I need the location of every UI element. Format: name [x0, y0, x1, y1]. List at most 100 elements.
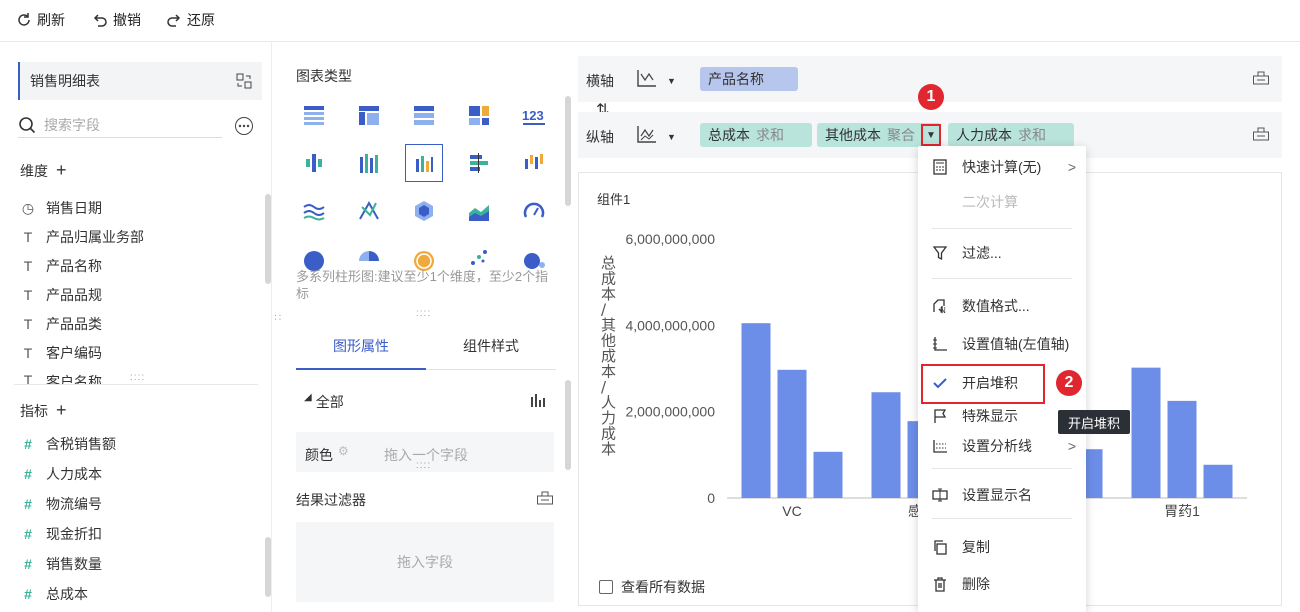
refresh-button[interactable]: 刷新 [16, 10, 65, 30]
color-settings-icon[interactable]: ⚙ [338, 444, 349, 458]
chart-types-title: 图表类型 [296, 68, 352, 84]
color-resize-grip[interactable]: :::: [416, 460, 431, 471]
search-input[interactable]: 搜索字段 [44, 115, 100, 135]
pill-dropdown-button[interactable]: ▼ [921, 124, 941, 146]
dimension-field[interactable]: T 客户名称 [20, 372, 102, 384]
bar-chart-small-icon[interactable] [530, 392, 548, 408]
switch-dataset-icon[interactable] [236, 73, 252, 89]
svg-text:123: 123 [522, 108, 544, 123]
treemap-icon[interactable] [464, 100, 494, 130]
area-icon[interactable] [464, 196, 494, 226]
y-axis-title: 总成本/其他成本/人力成本 [601, 254, 616, 458]
multi-bar-icon[interactable] [354, 148, 384, 178]
y-axis-dropdown-icon[interactable]: ▼ [667, 132, 676, 142]
resize-grip[interactable]: :::: [130, 372, 145, 383]
bar [871, 392, 901, 498]
clock-icon: ◷ [21, 199, 35, 216]
props-scrollbar[interactable] [565, 380, 571, 470]
gauge-icon[interactable] [519, 196, 549, 226]
x-axis-type-icon[interactable] [636, 68, 658, 88]
stream-line-icon[interactable] [299, 196, 329, 226]
mid-resize-grip[interactable]: :::: [416, 308, 431, 319]
measure-field[interactable]: # 销售数量 [20, 554, 102, 574]
range-bar-icon[interactable] [519, 148, 549, 178]
measure-field[interactable]: # 总成本 [20, 584, 88, 604]
view-all-checkbox[interactable] [599, 580, 613, 594]
text-type-icon: T [23, 345, 33, 361]
measure-field[interactable]: # 人力成本 [20, 464, 102, 484]
menu-item-5[interactable]: 设置值轴(左值轴) [918, 329, 1086, 359]
view-all-data-toggle[interactable]: 查看所有数据 [599, 577, 705, 597]
y-tick-label: 6,000,000,000 [625, 231, 715, 247]
y-axis-type-icon[interactable] [636, 124, 658, 144]
chevron-right-icon: > [1067, 438, 1076, 454]
more-options-icon[interactable] [234, 116, 254, 136]
menu-item-label: 设置值轴(左值轴) [962, 336, 1070, 352]
dimension-field[interactable]: T 产品品规 [20, 285, 102, 305]
calculator-icon [933, 159, 947, 175]
top-toolbar: 刷新 撤销 还原 [0, 0, 1300, 42]
table-icon[interactable] [299, 100, 329, 130]
dataset-name: 销售明细表 [30, 73, 100, 89]
measure-field[interactable]: # 现金折扣 [20, 524, 102, 544]
undo-button[interactable]: 撤销 [92, 10, 141, 30]
axis-icon [933, 337, 947, 351]
add-dimension-icon[interactable]: + [56, 160, 67, 181]
all-series-toggle[interactable]: ◢ 全部 [304, 392, 344, 412]
y-field-pill-total-cost[interactable]: 总成本 求和 [700, 123, 812, 147]
measure-field[interactable]: # 物流编号 [20, 494, 102, 514]
cross-table-icon[interactable] [354, 100, 384, 130]
y-axis-settings-icon[interactable] [1252, 126, 1270, 142]
dataset-selector[interactable]: 销售明细表 [18, 62, 262, 100]
result-filter-drop-zone[interactable]: 拖入字段 [296, 522, 554, 602]
radar-icon[interactable] [354, 196, 384, 226]
highlight-box [921, 364, 1045, 404]
measure-field[interactable]: # 含税销售额 [20, 434, 116, 454]
bar [1131, 367, 1161, 498]
hexagon-icon[interactable] [409, 196, 439, 226]
config-tabs: 图形属性 组件样式 [296, 322, 556, 370]
hash-icon: # [24, 556, 32, 572]
chart-types-scrollbar[interactable] [565, 96, 571, 206]
measure-label: 人力成本 [46, 466, 102, 482]
menu-item-1[interactable]: 快速计算(无) > [918, 152, 1086, 182]
dimension-field[interactable]: T 产品名称 [20, 256, 102, 276]
tab-component-style[interactable]: 组件样式 [426, 322, 556, 370]
dimension-field[interactable]: T 产品归属业务部 [20, 227, 144, 247]
component-title: 组件1 [597, 192, 631, 207]
menu-item-4[interactable]: N 数值格式... [918, 291, 1086, 321]
filter-settings-icon[interactable] [536, 490, 554, 506]
menu-item-8[interactable]: 设置分析线 > [918, 431, 1086, 461]
x-axis-settings-icon[interactable] [1252, 70, 1270, 86]
add-measure-icon[interactable]: + [56, 400, 67, 421]
menu-item-label: 数值格式... [962, 298, 1030, 314]
menu-item-9[interactable]: 设置显示名 [918, 480, 1086, 510]
menu-item-10[interactable]: 复制 [918, 532, 1086, 562]
flag-icon [934, 409, 947, 423]
x-field-pill[interactable]: 产品名称 [700, 67, 798, 91]
y-field-pill-labor-cost[interactable]: 人力成本 求和 [948, 123, 1074, 147]
y-field-agg: 求和 [1018, 127, 1046, 143]
redo-button[interactable]: 还原 [166, 10, 215, 30]
menu-item-11[interactable]: 删除 [918, 569, 1086, 599]
menu-item-3[interactable]: 过滤... [918, 238, 1086, 268]
number-icon[interactable]: 123 [519, 100, 549, 130]
dimension-label: 客户名称 [46, 374, 102, 384]
grouped-bar-icon[interactable] [299, 148, 329, 178]
svg-text:N: N [940, 306, 946, 314]
tab-graphic-properties[interactable]: 图形属性 [296, 322, 426, 370]
menu-separator [932, 228, 1072, 229]
menu-separator [932, 468, 1072, 469]
field-search[interactable]: 搜索字段 [18, 112, 222, 138]
x-tick-label: VC [782, 503, 801, 519]
dimension-field[interactable]: ◷ 销售日期 [20, 198, 102, 218]
horizontal-bar-icon[interactable] [464, 148, 494, 178]
detail-table-icon[interactable] [409, 100, 439, 130]
y-field-name: 其他成本 [825, 127, 881, 143]
dimension-field[interactable]: T 客户编码 [20, 343, 102, 363]
x-axis-dropdown-icon[interactable]: ▼ [667, 76, 676, 86]
dimension-field[interactable]: T 产品品类 [20, 314, 102, 334]
multi-series-bar-icon[interactable] [405, 144, 443, 182]
measures-scrollbar[interactable] [265, 537, 271, 597]
dimensions-scrollbar[interactable] [265, 194, 271, 284]
